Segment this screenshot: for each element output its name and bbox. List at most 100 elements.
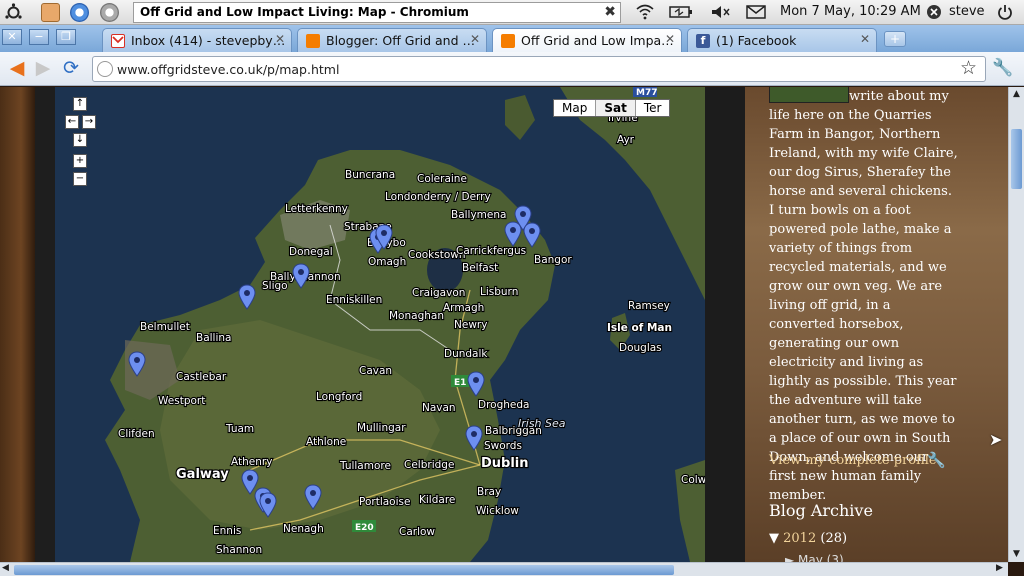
gmail-icon bbox=[111, 34, 125, 48]
pan-left-button[interactable]: ← bbox=[65, 115, 79, 129]
tab-close-icon[interactable]: ✕ bbox=[470, 32, 480, 46]
url-input[interactable] bbox=[117, 60, 937, 78]
blogger-icon bbox=[501, 34, 515, 48]
about-text: write about my life here on the Quarries… bbox=[769, 89, 958, 503]
tab-gmail-inbox[interactable]: Inbox (414) - stevepby… ✕ bbox=[102, 28, 292, 52]
map-place-label: Coleraine bbox=[417, 173, 467, 185]
mouse-cursor-icon: ➤ bbox=[989, 430, 1003, 449]
scroll-right-arrow-icon[interactable]: ▶ bbox=[996, 563, 1003, 573]
map-place-label: Newry bbox=[454, 319, 487, 331]
vertical-scroll-thumb[interactable] bbox=[1011, 129, 1022, 189]
expand-toggle-icon[interactable]: ▼ bbox=[769, 531, 779, 546]
pin-dot bbox=[247, 475, 253, 481]
tab-label: Off Grid and Low Impa… bbox=[521, 33, 674, 48]
map-view[interactable]: Buncrana Coleraine Letterkenny Strabane Lond… bbox=[55, 87, 705, 562]
bookmark-star-icon[interactable]: ☆ bbox=[960, 57, 977, 79]
wrench-menu-icon[interactable]: 🔧 bbox=[992, 58, 1013, 78]
window-restore-button[interactable]: ❐ bbox=[56, 29, 76, 45]
map-place-label: Douglas bbox=[619, 342, 662, 354]
forward-button[interactable]: ▶ bbox=[32, 58, 54, 80]
pin-dot bbox=[381, 230, 387, 236]
address-bar[interactable]: ☆ bbox=[92, 56, 986, 82]
map-place-label: Wicklow bbox=[476, 505, 519, 517]
zoom-out-button[interactable]: − bbox=[73, 172, 87, 186]
map-place-label: Ramsey bbox=[628, 300, 670, 312]
map-satellite[interactable]: Buncrana ColeraineLetterkennyStrabaneLond… bbox=[55, 87, 705, 562]
window-close-button[interactable]: ✕ bbox=[2, 29, 22, 45]
mail-icon[interactable] bbox=[746, 4, 766, 24]
road-shield: E1 bbox=[451, 375, 469, 388]
close-icon[interactable]: ✖ bbox=[604, 4, 616, 20]
page-info-icon[interactable] bbox=[97, 61, 113, 77]
map-place-label: Castlebar bbox=[176, 371, 227, 383]
vertical-scrollbar[interactable]: ▲ ▼ bbox=[1008, 87, 1024, 562]
user-status-icon[interactable] bbox=[926, 4, 942, 24]
map-place-label: Westport bbox=[158, 395, 205, 407]
about-me: write about my life here on the Quarries… bbox=[769, 87, 959, 505]
archive-year-2012[interactable]: ▼ 2012 (28) bbox=[769, 531, 847, 546]
archive-month-may[interactable]: ► May (3) bbox=[785, 553, 844, 562]
tab-facebook[interactable]: f (1) Facebook ✕ bbox=[687, 28, 877, 52]
map-place-label: Navan bbox=[422, 402, 456, 414]
user-name[interactable]: steve bbox=[949, 4, 985, 19]
map-type-map[interactable]: Map bbox=[554, 100, 597, 116]
sidebar: write about my life here on the Quarries… bbox=[745, 87, 1008, 562]
tab-offgrid-map[interactable]: Off Grid and Low Impa… ✕ bbox=[492, 28, 682, 53]
map-place-label: Monaghan bbox=[389, 310, 444, 322]
pan-down-button[interactable]: ↓ bbox=[73, 133, 87, 147]
wifi-icon[interactable] bbox=[636, 4, 654, 24]
edit-gadget-icon[interactable]: 🔧 bbox=[927, 451, 946, 469]
road-shield-label: M77 bbox=[636, 88, 657, 98]
reload-button[interactable]: ⟳ bbox=[60, 58, 82, 80]
volume-icon[interactable] bbox=[711, 4, 731, 24]
road-shield-label: E1 bbox=[454, 378, 466, 388]
road-shield: E20 bbox=[352, 520, 376, 533]
tab-close-icon[interactable]: ✕ bbox=[275, 32, 285, 46]
app-menu-icon[interactable] bbox=[4, 3, 23, 22]
horizontal-scroll-thumb[interactable] bbox=[14, 565, 674, 575]
tab-label: Inbox (414) - stevepby… bbox=[131, 33, 286, 48]
pin-dot bbox=[310, 490, 316, 496]
scroll-down-arrow-icon[interactable]: ▼ bbox=[1013, 549, 1020, 559]
map-type-satellite[interactable]: Sat bbox=[596, 100, 636, 116]
pin-dot bbox=[473, 377, 479, 383]
map-place-label: Athenry bbox=[231, 456, 272, 468]
window-minimize-button[interactable]: − bbox=[29, 29, 49, 45]
map-place-label: Drogheda bbox=[478, 399, 529, 411]
files-icon[interactable] bbox=[41, 3, 60, 22]
archive-year-link[interactable]: 2012 bbox=[783, 531, 816, 546]
pin-dot bbox=[529, 228, 535, 234]
map-type-terrain[interactable]: Ter bbox=[636, 100, 670, 116]
tab-close-icon[interactable]: ✕ bbox=[665, 32, 675, 46]
scroll-up-arrow-icon[interactable]: ▲ bbox=[1013, 89, 1020, 99]
map-place-label: Tullamore bbox=[339, 460, 391, 472]
battery-icon[interactable] bbox=[669, 4, 693, 24]
window-title-text: Off Grid and Low Impact Living: Map - Ch… bbox=[140, 5, 469, 19]
blog-archive-title: Blog Archive bbox=[769, 501, 873, 520]
new-tab-button[interactable]: + bbox=[884, 31, 906, 47]
system-panel: Off Grid and Low Impact Living: Map - Ch… bbox=[0, 0, 1024, 25]
road-shield-label: E20 bbox=[355, 523, 374, 533]
scroll-left-arrow-icon[interactable]: ◀ bbox=[2, 563, 9, 573]
view-profile-link[interactable]: View my complete profile bbox=[769, 453, 937, 468]
zoom-in-button[interactable]: + bbox=[73, 154, 87, 168]
pin-dot bbox=[244, 290, 250, 296]
pan-up-button[interactable]: ↑ bbox=[73, 97, 87, 111]
clock[interactable]: Mon 7 May, 10:29 AM bbox=[780, 4, 921, 19]
chromium-launcher-icon[interactable] bbox=[70, 3, 89, 22]
browser-launcher-icon[interactable] bbox=[100, 3, 119, 22]
map-place-label: Cavan bbox=[359, 365, 392, 377]
pan-right-button[interactable]: → bbox=[82, 115, 96, 129]
power-icon[interactable] bbox=[997, 4, 1013, 24]
map-place-label: Kildare bbox=[419, 494, 455, 506]
map-place-label: Enniskillen bbox=[326, 294, 382, 306]
map-place-label: Bray bbox=[477, 486, 501, 498]
tab-blogger[interactable]: Blogger: Off Grid and … ✕ bbox=[297, 28, 487, 52]
tab-close-icon[interactable]: ✕ bbox=[860, 32, 870, 46]
background-wood bbox=[0, 87, 35, 562]
horizontal-scrollbar[interactable]: ◀ ▶ bbox=[0, 562, 1008, 576]
back-button[interactable]: ◀ bbox=[6, 58, 28, 80]
map-city-label: Galway bbox=[176, 467, 229, 482]
pin-dot bbox=[134, 357, 140, 363]
map-place-label: Ayr bbox=[617, 134, 635, 146]
